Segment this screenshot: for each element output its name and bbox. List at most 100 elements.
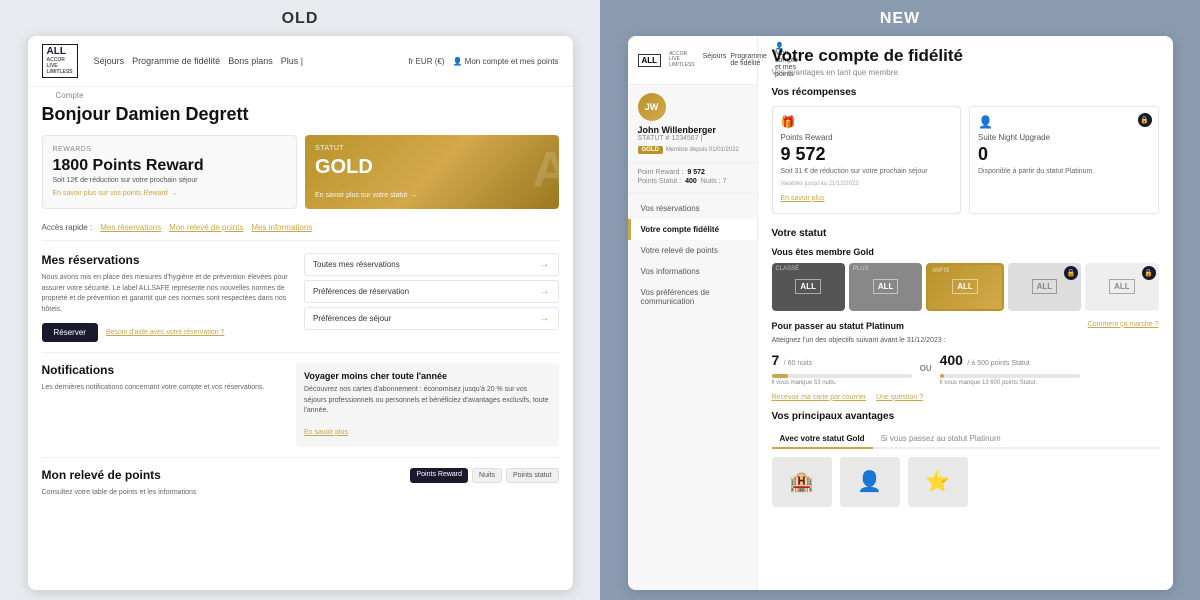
avantage-icon-3: ⭐	[908, 457, 968, 507]
nights-note: Il vous manque 53 nuits.	[772, 380, 912, 386]
statut-link[interactable]: En savoir plus sur votre statut →	[315, 192, 417, 199]
avantages-tabs: Avec votre statut Gold Si vous passez au…	[772, 430, 1159, 449]
avantage-icon-1: 🏨	[772, 457, 832, 507]
stat-points-statut: Points Statut : 400 Nuits : 7	[638, 178, 747, 185]
pill-statut[interactable]: Points statut	[506, 468, 559, 483]
promo-link[interactable]: En savoir plus	[304, 429, 348, 436]
reservations-actions: Réserver Besoin d'aide avec votre réserv…	[42, 323, 297, 342]
progress-links: Recevoir ma carte par courrier Une quest…	[772, 394, 1159, 401]
old-lang[interactable]: fr EUR (€)	[408, 57, 444, 66]
quick-reservations[interactable]: Mes réservations	[100, 223, 161, 232]
reward-link[interactable]: En savoir plus sur vos points Reward →	[53, 190, 287, 197]
pref-sejour-link[interactable]: Préférences de séjour→	[304, 307, 559, 330]
recompenses-row: 🎁 Points Reward 9 572 Soit 31 € de réduc…	[772, 106, 1159, 214]
nav-sejours[interactable]: Séjours	[94, 56, 125, 66]
old-nav: ALL ACCORLIVELIMITLESS Séjours Programme…	[28, 36, 573, 87]
new-logo: ALL	[638, 54, 662, 67]
sidebar-badge-row: GOLD Membre depuis 01/01/2022	[638, 146, 747, 154]
nav-plus[interactable]: Plus |	[281, 56, 303, 66]
statut-card-plus: PLUS ALL	[849, 263, 922, 311]
pref-reservation-link[interactable]: Préférences de réservation→	[304, 280, 559, 303]
sidebar-nav-releve[interactable]: Votre relevé de points	[628, 240, 757, 261]
old-card: ALL ACCORLIVELIMITLESS Séjours Programme…	[28, 36, 573, 590]
points-unit: / à 500 points Statut	[967, 360, 1029, 367]
notifications-promo: Voyager moins cher toute l'année Découvr…	[296, 363, 559, 447]
statut-logo-4: ALL	[1109, 279, 1135, 294]
quick-releve[interactable]: Mon relevé de points	[169, 223, 243, 232]
quick-access: Accès rapide : Mes réservations Mon rele…	[42, 223, 559, 241]
points-value: 400	[940, 352, 963, 368]
sidebar-nav-compte-fidelite[interactable]: Votre compte fidélité	[628, 219, 757, 240]
notifications-section: Notifications Les dernières notification…	[42, 352, 559, 447]
ou-divider: OU	[920, 364, 932, 373]
old-label: OLD	[282, 10, 319, 28]
reward-en-savoir-plus[interactable]: En savoir plus	[781, 195, 825, 202]
releve-text: Consultez votre table de points et les i…	[42, 488, 403, 499]
stat-nuits: Nuits : 7	[701, 178, 727, 185]
platinum-lock: 🔒	[1064, 266, 1078, 280]
old-logo: ALL ACCORLIVELIMITLESS	[42, 44, 78, 78]
help-link[interactable]: Besoin d'aide avec votre réservation ?	[106, 329, 224, 336]
reservations-section: Mes réservations Nous avons mis en place…	[42, 253, 559, 342]
sidebar-nav-informations[interactable]: Vos informations	[628, 261, 757, 282]
new-nav: ALL ACCORLIVELIMITLESS Séjours Programme…	[628, 36, 757, 85]
new-logo-text: ACCORLIVELIMITLESS	[669, 52, 695, 69]
old-breadcrumb: Compte	[42, 87, 559, 104]
old-nav-right: fr EUR (€) 👤 Mon compte et mes points	[408, 57, 558, 66]
tab-platinum[interactable]: Si vous passez au statut Platinum	[873, 430, 1009, 449]
reward-desc: Soit 31 € de réduction sur votre prochai…	[781, 167, 953, 177]
progress-nights: 7 / 60 nuits Il vous manque 53 nuits.	[772, 352, 912, 386]
quick-label: Accès rapide :	[42, 223, 93, 232]
sidebar-stats: Point Reward : 9 572 Points Statut : 400…	[628, 163, 757, 194]
statut-label-gold: AVFIS	[932, 268, 949, 274]
sidebar-user-id: STATUT # 1234567 |	[638, 135, 747, 142]
question-link[interactable]: Une question ?	[876, 394, 923, 401]
reward-icon: 🎁	[781, 115, 953, 129]
nights-unit: / 60 nuits	[784, 360, 812, 367]
statut-box: A STATUT GOLD En savoir plus sur votre s…	[305, 135, 559, 209]
new-nav-sejours[interactable]: Séjours	[703, 53, 727, 67]
sidebar-nav: Vos réservations Votre compte fidélité V…	[628, 194, 757, 590]
carte-courrier-link[interactable]: Recevoir ma carte par courrier	[772, 394, 867, 401]
recompenses-header: Vos récompenses	[772, 87, 1159, 98]
quick-informations[interactable]: Mes informations	[251, 223, 312, 232]
all-reservations-link[interactable]: Toutes mes réservations→	[304, 253, 559, 276]
sidebar-nav-reservations[interactable]: Vos réservations	[628, 198, 757, 219]
statut-logo-2: ALL	[952, 279, 978, 294]
pill-nuits[interactable]: Nuits	[472, 468, 502, 483]
nights-bar-bg	[772, 374, 912, 378]
reward-sub-text: Soit 12€ de réduction sur votre prochain…	[53, 177, 287, 184]
upgrade-icon: 👤	[978, 115, 1150, 129]
points-bar-fill	[940, 374, 944, 378]
statut-watermark: A	[532, 145, 558, 195]
avantages-content: 🏨 👤 ⭐	[772, 457, 1159, 507]
tab-gold[interactable]: Avec votre statut Gold	[772, 430, 873, 449]
reservations-title: Mes réservations	[42, 253, 297, 267]
reward-validity: Valables jusqu'au 21/12/2022	[781, 181, 953, 187]
old-greeting: Bonjour Damien Degrett	[42, 104, 559, 125]
nav-fidelite[interactable]: Programme de fidélité	[132, 56, 220, 66]
notifications-text: Les dernières notifications concernant v…	[42, 383, 289, 394]
recomp-points-reward: 🎁 Points Reward 9 572 Soit 31 € de réduc…	[772, 106, 962, 214]
statut-header: Votre statut	[772, 228, 1159, 239]
sidebar-nav-preferences[interactable]: Vos préférences de communication	[628, 282, 757, 312]
platinum-sub: Atteignez l'un des objectifs suivant ava…	[772, 337, 1080, 344]
releve-left: Mon relevé de points Consultez votre tab…	[42, 468, 403, 507]
upgrade-desc: Disponible à partir du statut Platinum.	[978, 167, 1150, 177]
statut-card-classe: CLASSÉ ALL	[772, 263, 845, 311]
how-link[interactable]: Comment ça marche ?	[1088, 321, 1159, 328]
avantages-header: Vos principaux avantages	[772, 411, 1159, 422]
reserve-button[interactable]: Réserver	[42, 323, 98, 342]
statut-card-platinum: 🔒 ALL	[1008, 263, 1081, 311]
old-account[interactable]: 👤 Mon compte et mes points	[452, 57, 558, 66]
statut-logo-1: ALL	[873, 279, 899, 294]
promo-title: Voyager moins cher toute l'année	[304, 371, 551, 381]
reward-name: Points Reward	[781, 133, 953, 142]
lock-badge: 🔒	[1138, 113, 1152, 127]
releve-pills: Points Reward Nuits Points statut	[410, 468, 558, 483]
pill-reward[interactable]: Points Reward	[410, 468, 468, 483]
nav-bons-plans[interactable]: Bons plans	[228, 56, 273, 66]
points-note: Il vous manque 13 600 points Statut.	[940, 380, 1080, 386]
progress-points: 400 / à 500 points Statut Il vous manque…	[940, 352, 1080, 386]
reward-box: REWARDS 1800 Points Reward Soit 12€ de r…	[42, 135, 298, 209]
